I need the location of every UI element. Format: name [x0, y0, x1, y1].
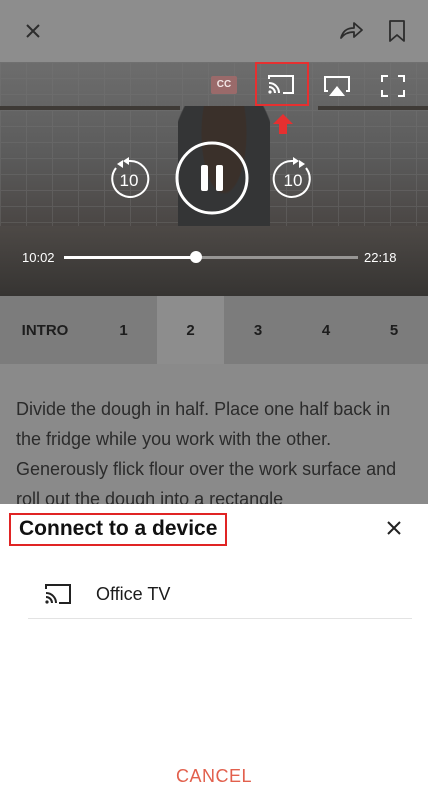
rewind-seconds-label: 10: [119, 171, 139, 190]
top-bar: [0, 0, 428, 62]
cancel-button[interactable]: CANCEL: [0, 766, 428, 787]
bookmark-icon[interactable]: [384, 18, 410, 44]
tab-step-3[interactable]: 3: [224, 296, 292, 364]
kitchen-shelf: [0, 106, 180, 110]
close-icon[interactable]: [20, 18, 46, 44]
device-list-item[interactable]: Office TV: [28, 572, 412, 619]
step-instructions: Divide the dough in half. Place one half…: [16, 399, 397, 504]
tab-intro[interactable]: INTRO: [0, 296, 90, 364]
close-icon[interactable]: [384, 518, 404, 538]
device-name: Office TV: [96, 584, 171, 604]
step-content: Divide the dough in half. Place one half…: [0, 364, 428, 504]
red-arrow-up-icon: [273, 114, 293, 134]
fullscreen-icon[interactable]: [380, 74, 406, 98]
pause-button[interactable]: [174, 140, 250, 216]
title-highlight-box: Connect to a device: [9, 513, 228, 546]
tab-step-1[interactable]: 1: [90, 296, 157, 364]
total-time: 22:18: [364, 250, 397, 265]
airplay-icon[interactable]: [322, 74, 352, 98]
forward-seconds-label: 10: [283, 171, 303, 190]
sheet-title: Connect to a device: [19, 517, 218, 540]
tab-step-2[interactable]: 2: [157, 296, 224, 364]
tab-step-4[interactable]: 4: [292, 296, 360, 364]
kitchen-shelf: [318, 106, 428, 110]
cc-button[interactable]: CC: [211, 76, 237, 94]
cast-icon: [45, 584, 71, 604]
current-time: 10:02: [22, 250, 55, 265]
step-tabs: INTRO 1 2 3 4 5: [0, 296, 428, 364]
tab-step-5[interactable]: 5: [360, 296, 428, 364]
cast-highlight-box: [255, 62, 309, 106]
video-player[interactable]: CC 10 10 10:02 22:18: [0, 62, 428, 296]
share-icon[interactable]: [338, 18, 364, 44]
connect-device-sheet: Connect to a device Office TV CANCEL: [0, 504, 428, 805]
progress-fill: [64, 256, 197, 259]
progress-bar[interactable]: [64, 251, 358, 263]
